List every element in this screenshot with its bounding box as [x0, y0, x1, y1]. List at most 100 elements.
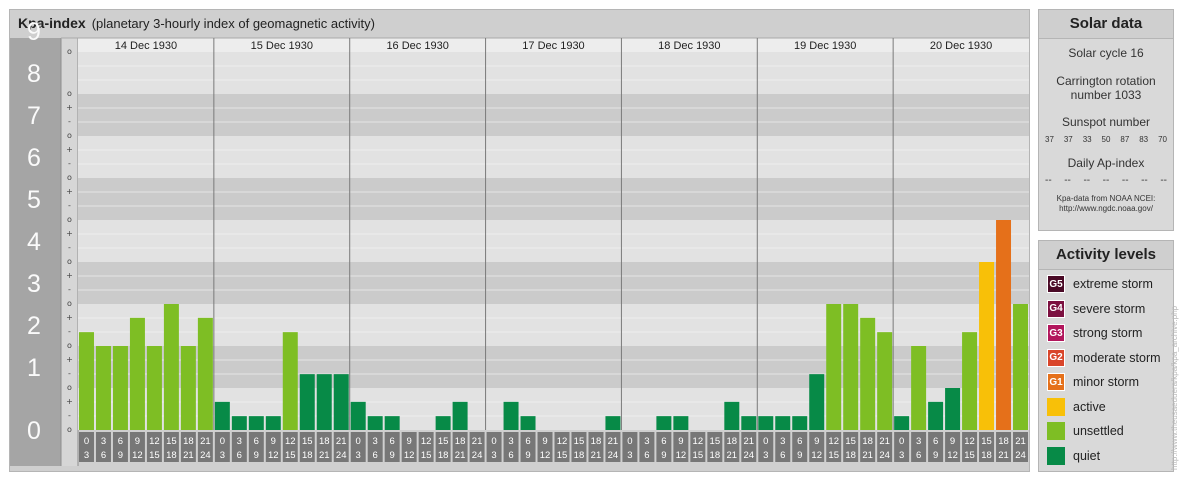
data-source-note-1: Kpa-data from NOAA NCEI: — [1056, 194, 1156, 203]
interval-start-label: 3 — [916, 436, 921, 447]
sunspot-value: 37 — [1063, 135, 1073, 144]
activity-level-label: minor storm — [1073, 375, 1139, 390]
y-tick-label: 8 — [27, 60, 41, 88]
interval-end-label: 3 — [627, 450, 632, 461]
y-tick-label: 2 — [27, 312, 41, 340]
interval-end-label: 18 — [438, 450, 449, 461]
activity-level-swatch: G2 — [1047, 348, 1065, 367]
minor-mark-label: o — [67, 257, 72, 266]
minor-mark-label: + — [66, 187, 73, 196]
minor-mark-label: + — [66, 397, 73, 406]
kp-bar — [79, 332, 94, 430]
minor-mark-label: o — [67, 89, 72, 98]
interval-end-label: 3 — [356, 450, 361, 461]
kp-bar — [95, 346, 111, 430]
interval-start-label: 0 — [84, 436, 89, 447]
minor-mark-label: - — [68, 327, 71, 336]
minor-mark-label: + — [66, 229, 73, 238]
minor-mark-label: o — [67, 383, 72, 392]
kp-bar — [945, 388, 961, 430]
minor-mark-label: + — [66, 355, 73, 364]
kpa-bar-chart: 0123456789oo+-o+-o+-o+-o+-o+-o+-o+-o 14 D… — [10, 18, 1029, 466]
kp-bar — [231, 416, 247, 430]
interval-start-label: 9 — [542, 436, 547, 447]
y-tick-label: 1 — [27, 354, 41, 382]
activity-level-item: unsettled — [1039, 419, 1173, 444]
kp-bar — [316, 374, 332, 430]
interval-end-label: 21 — [862, 450, 873, 461]
y-tick-label: 3 — [27, 270, 41, 298]
interval-start-label: 9 — [407, 436, 412, 447]
interval-start-label: 3 — [508, 436, 513, 447]
interval-end-label: 12 — [404, 450, 415, 461]
sunspot-value: 50 — [1101, 135, 1111, 144]
interval-start-label: 18 — [727, 436, 738, 447]
interval-end-label: 18 — [166, 450, 177, 461]
carrington-line1: Carrington rotation — [1056, 74, 1156, 88]
kp-bar — [452, 401, 468, 430]
interval-end-label: 6 — [508, 450, 513, 461]
kp-bar — [928, 401, 944, 430]
ap-value: -- — [1102, 175, 1110, 186]
interval-end-label: 15 — [421, 450, 432, 461]
activity-level-item: G1 minor storm — [1039, 370, 1173, 395]
interval-end-label: 9 — [390, 450, 395, 461]
kp-bar — [112, 346, 128, 430]
kp-bar — [605, 416, 621, 430]
interval-start-label: 9 — [950, 436, 955, 447]
activity-level-swatch: G1 — [1047, 373, 1065, 392]
interval-end-label: 9 — [933, 450, 938, 461]
interval-start-label: 12 — [285, 436, 296, 447]
minor-mark-label: o — [67, 131, 72, 140]
interval-start-label: 18 — [998, 436, 1009, 447]
interval-start-label: 6 — [933, 436, 938, 447]
minor-mark-label: o — [67, 299, 72, 308]
interval-start-label: 6 — [797, 436, 802, 447]
interval-start-label: 6 — [525, 436, 530, 447]
interval-start-label: 6 — [118, 436, 123, 447]
interval-start-label: 15 — [845, 436, 856, 447]
interval-start-label: 0 — [356, 436, 361, 447]
day-label: 19 Dec 1930 — [794, 40, 856, 52]
sunspot-value: 83 — [1139, 135, 1149, 144]
kp-bar — [163, 304, 179, 430]
minor-mark-label: o — [67, 47, 72, 56]
carrington-line2: number 1033 — [1070, 88, 1142, 102]
interval-start-label: 9 — [271, 436, 276, 447]
interval-end-label: 18 — [981, 450, 992, 461]
interval-start-label: 15 — [302, 436, 313, 447]
interval-start-label: 21 — [336, 436, 347, 447]
interval-end-label: 24 — [200, 450, 211, 461]
kp-bar — [656, 416, 672, 430]
activity-level-item: G3 strong storm — [1039, 321, 1173, 346]
interval-start-label: 15 — [574, 436, 585, 447]
interval-start-label: 6 — [254, 436, 259, 447]
interval-start-label: 21 — [879, 436, 890, 447]
interval-start-label: 15 — [438, 436, 449, 447]
interval-start-label: 15 — [710, 436, 721, 447]
interval-start-label: 21 — [472, 436, 483, 447]
minor-mark-label: - — [68, 411, 71, 420]
interval-start-label: 6 — [661, 436, 666, 447]
ap-values: -- -- -- -- -- -- -- — [1039, 175, 1173, 186]
activity-level-swatch: G3 — [1047, 324, 1065, 343]
interval-start-label: 12 — [421, 436, 432, 447]
interval-start-label: 3 — [101, 436, 106, 447]
interval-start-label: 18 — [183, 436, 194, 447]
ap-value: -- — [1064, 175, 1071, 186]
interval-end-label: 3 — [220, 450, 225, 461]
interval-start-label: 9 — [135, 436, 140, 447]
activity-level-item: quiet — [1039, 444, 1173, 469]
kp-band — [78, 220, 1029, 262]
interval-end-label: 12 — [811, 450, 822, 461]
ap-value: -- — [1083, 175, 1091, 186]
sunspot-value: 33 — [1082, 135, 1092, 144]
interval-end-label: 12 — [540, 450, 551, 461]
interval-end-label: 24 — [1015, 450, 1026, 461]
sunspot-value: 37 — [1045, 135, 1054, 144]
activity-levels-title: Activity levels — [1039, 241, 1173, 270]
day-label: 14 Dec 1930 — [115, 40, 177, 52]
kp-bar — [197, 317, 213, 430]
y-tick-label: 0 — [27, 417, 41, 445]
kp-band — [78, 178, 1029, 220]
